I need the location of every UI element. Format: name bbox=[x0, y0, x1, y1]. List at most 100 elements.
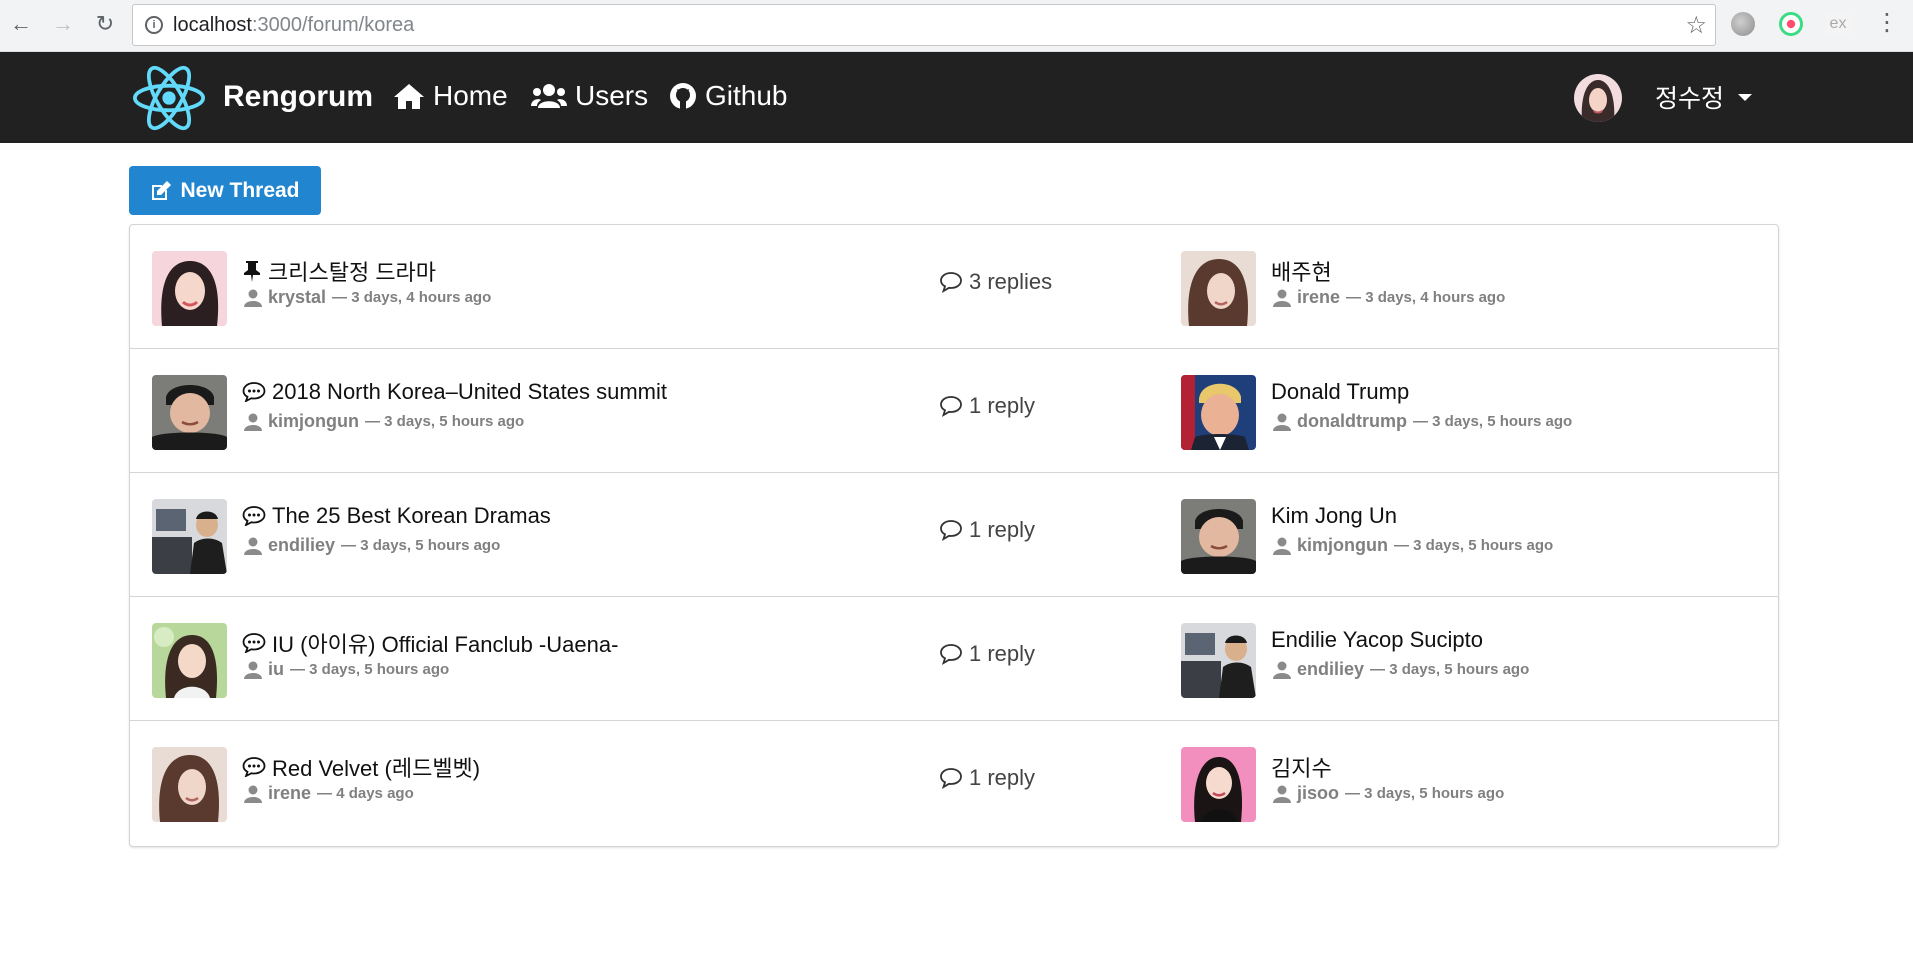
thread-author[interactable]: irene bbox=[268, 783, 311, 804]
thread-title-link[interactable]: 2018 North Korea–United States summit bbox=[242, 379, 667, 405]
user-icon bbox=[1273, 661, 1291, 679]
thread-row[interactable]: IU (아이유) Official Fanclub -Uaena- iu — 3… bbox=[130, 597, 1778, 721]
last-reply-avatar[interactable] bbox=[1181, 623, 1256, 698]
pin-icon bbox=[244, 261, 260, 282]
reply-count-label: 1 reply bbox=[969, 765, 1036, 790]
users-icon bbox=[531, 84, 567, 108]
thread-author[interactable]: endiliey bbox=[268, 535, 335, 556]
reply-count: 3 replies bbox=[939, 269, 1052, 295]
thread-meta: krystal — 3 days, 4 hours ago bbox=[244, 287, 491, 308]
extension-globe-icon[interactable] bbox=[1731, 12, 1755, 36]
user-icon bbox=[1273, 413, 1291, 431]
user-icon bbox=[244, 537, 262, 555]
reply-count: 1 reply bbox=[939, 393, 1035, 419]
last-reply-title[interactable]: Donald Trump bbox=[1271, 379, 1409, 405]
reload-icon[interactable]: ↻ bbox=[92, 9, 118, 39]
last-reply-meta: endiliey — 3 days, 5 hours ago bbox=[1273, 659, 1529, 680]
thread-meta: endiliey — 3 days, 5 hours ago bbox=[244, 535, 500, 556]
nav-users-label: Users bbox=[575, 80, 649, 111]
user-icon bbox=[244, 785, 262, 803]
extension-target-icon[interactable] bbox=[1779, 12, 1803, 36]
new-thread-button[interactable]: New Thread bbox=[129, 166, 321, 215]
dropdown-caret-icon[interactable] bbox=[1738, 94, 1752, 101]
comment-icon bbox=[940, 520, 962, 541]
reply-count: 1 reply bbox=[939, 517, 1035, 543]
reply-count-label: 1 reply bbox=[969, 393, 1036, 418]
last-reply-title[interactable]: 배주현 bbox=[1271, 255, 1332, 287]
thread-author[interactable]: krystal bbox=[268, 287, 326, 308]
thread-author[interactable]: kimjongun bbox=[268, 411, 359, 432]
last-reply-avatar[interactable] bbox=[1181, 747, 1256, 822]
user-menu-name[interactable]: 정수정 bbox=[1655, 79, 1724, 115]
thread-row[interactable]: 2018 North Korea–United States summit ki… bbox=[130, 349, 1778, 473]
reply-count: 1 reply bbox=[939, 765, 1035, 791]
last-reply-time: — 3 days, 5 hours ago bbox=[1370, 661, 1530, 678]
thread-author-avatar[interactable] bbox=[152, 499, 227, 574]
comment-icon bbox=[940, 768, 962, 789]
thread-title: IU (아이유) Official Fanclub -Uaena- bbox=[272, 632, 619, 657]
thread-title-link[interactable]: The 25 Best Korean Dramas bbox=[242, 503, 551, 529]
thread-title: The 25 Best Korean Dramas bbox=[272, 503, 551, 528]
github-icon bbox=[670, 83, 696, 109]
nav-users[interactable]: Users bbox=[531, 80, 648, 112]
extension-ex-icon[interactable]: ex bbox=[1826, 12, 1850, 36]
forward-icon[interactable]: → bbox=[50, 9, 76, 39]
user-icon bbox=[244, 661, 262, 679]
last-reply-meta: kimjongun — 3 days, 5 hours ago bbox=[1273, 535, 1553, 556]
react-logo-icon[interactable] bbox=[131, 62, 207, 134]
thread-row[interactable]: 크리스탈정 드라마 krystal — 3 days, 4 hours ago … bbox=[130, 225, 1778, 349]
bookmark-star-icon[interactable]: ☆ bbox=[1685, 11, 1707, 40]
thread-meta: iu — 3 days, 5 hours ago bbox=[244, 659, 449, 680]
thread-title: Red Velvet (레드벨벳) bbox=[272, 756, 481, 781]
last-reply-avatar[interactable] bbox=[1181, 251, 1256, 326]
last-reply-title[interactable]: 김지수 bbox=[1271, 751, 1332, 783]
comments-icon bbox=[242, 506, 266, 526]
last-reply-author[interactable]: irene bbox=[1297, 287, 1340, 308]
thread-author-avatar[interactable] bbox=[152, 747, 227, 822]
nav-github-label: Github bbox=[705, 80, 788, 111]
thread-time: — 3 days, 4 hours ago bbox=[332, 289, 492, 306]
thread-row[interactable]: The 25 Best Korean Dramas endiliey — 3 d… bbox=[130, 473, 1778, 597]
thread-meta: kimjongun — 3 days, 5 hours ago bbox=[244, 411, 524, 432]
back-icon[interactable]: ← bbox=[8, 9, 34, 39]
thread-title-link[interactable]: Red Velvet (레드벨벳) bbox=[242, 751, 480, 783]
thread-meta: irene — 4 days ago bbox=[244, 783, 414, 804]
thread-time: — 3 days, 5 hours ago bbox=[365, 413, 525, 430]
thread-title-link[interactable]: 크리스탈정 드라마 bbox=[242, 255, 436, 287]
address-bar[interactable]: i localhost:3000/forum/korea ☆ bbox=[132, 4, 1716, 46]
thread-title: 크리스탈정 드라마 bbox=[268, 260, 437, 285]
thread-title: 2018 North Korea–United States summit bbox=[272, 379, 667, 404]
nav-github[interactable]: Github bbox=[669, 80, 788, 112]
url-text[interactable]: localhost:3000/forum/korea bbox=[173, 14, 414, 37]
last-reply-author[interactable]: jisoo bbox=[1297, 783, 1339, 804]
last-reply-title[interactable]: Kim Jong Un bbox=[1271, 503, 1397, 529]
last-reply-avatar[interactable] bbox=[1181, 499, 1256, 574]
browser-toolbar: ← → ↻ i localhost:3000/forum/korea ☆ ex … bbox=[0, 0, 1913, 52]
browser-menu-icon[interactable]: ⋮ bbox=[1875, 10, 1899, 36]
thread-time: — 3 days, 5 hours ago bbox=[341, 537, 501, 554]
thread-author-avatar[interactable] bbox=[152, 375, 227, 450]
app-navbar: Rengorum Home Users Github 정수정 bbox=[0, 52, 1913, 143]
nav-home[interactable]: Home bbox=[393, 80, 508, 112]
reply-count: 1 reply bbox=[939, 641, 1035, 667]
thread-author[interactable]: iu bbox=[268, 659, 284, 680]
user-avatar[interactable] bbox=[1574, 74, 1622, 122]
last-reply-time: — 3 days, 5 hours ago bbox=[1394, 537, 1554, 554]
last-reply-author[interactable]: kimjongun bbox=[1297, 535, 1388, 556]
last-reply-author[interactable]: endiliey bbox=[1297, 659, 1364, 680]
thread-title-link[interactable]: IU (아이유) Official Fanclub -Uaena- bbox=[242, 627, 618, 659]
user-icon bbox=[1273, 785, 1291, 803]
last-reply-time: — 3 days, 5 hours ago bbox=[1413, 413, 1573, 430]
brand-name[interactable]: Rengorum bbox=[223, 80, 373, 114]
thread-author-avatar[interactable] bbox=[152, 251, 227, 326]
nav-home-label: Home bbox=[433, 80, 508, 111]
last-reply-meta: jisoo — 3 days, 5 hours ago bbox=[1273, 783, 1504, 804]
last-reply-meta: donaldtrump — 3 days, 5 hours ago bbox=[1273, 411, 1572, 432]
comments-icon bbox=[242, 382, 266, 402]
thread-row[interactable]: Red Velvet (레드벨벳) irene — 4 days ago 1 r… bbox=[130, 721, 1778, 845]
last-reply-avatar[interactable] bbox=[1181, 375, 1256, 450]
last-reply-author[interactable]: donaldtrump bbox=[1297, 411, 1407, 432]
last-reply-title[interactable]: Endilie Yacop Sucipto bbox=[1271, 627, 1483, 653]
thread-author-avatar[interactable] bbox=[152, 623, 227, 698]
info-icon[interactable]: i bbox=[145, 16, 163, 34]
